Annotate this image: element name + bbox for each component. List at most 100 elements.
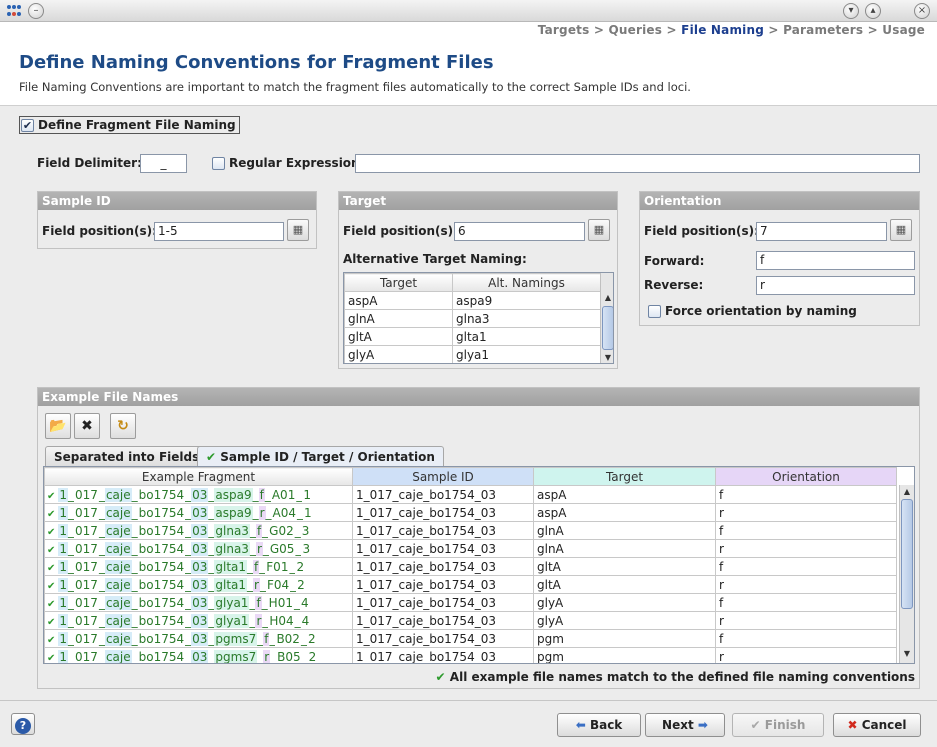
target-cell[interactable]: pgm [533,629,716,648]
col-target[interactable]: Target [533,467,716,486]
sample-id-cell[interactable]: 1_017_caje_bo1754_03 [352,557,534,576]
alt-naming-scrollbar[interactable]: ▲ ▼ [600,273,613,363]
alt-cell-target[interactable]: gltA [344,327,453,346]
sample-id-cell[interactable]: 1_017_caje_bo1754_03 [352,521,534,540]
orientation-cell[interactable]: r [715,647,897,663]
example-fragment-cell[interactable]: ✔ 1_017_caje_bo1754_03_glya1_f_H01_4 [44,593,353,612]
help-button[interactable]: ? [11,713,35,735]
tab-separated-fields[interactable]: Separated into Fields [45,446,209,466]
target-pos-field[interactable]: 6 [454,222,585,241]
table-row[interactable]: glyA glya1 [344,345,601,363]
scroll-thumb[interactable] [602,306,613,350]
alt-cell-naming[interactable]: glya1 [452,345,601,363]
sample-id-cell[interactable]: 1_017_caje_bo1754_03 [352,629,534,648]
breadcrumb-item-file-naming[interactable]: File Naming [681,23,764,37]
example-fragment-cell[interactable]: ✔ 1_017_caje_bo1754_03_glna3_r_G05_3 [44,539,353,558]
orientation-cell[interactable]: f [715,557,897,576]
reverse-field[interactable]: r [756,276,915,295]
sample-id-cell[interactable]: 1_017_caje_bo1754_03 [352,611,534,630]
example-fragment-cell[interactable]: ✔ 1_017_caje_bo1754_03_glta1_f_F01_2 [44,557,353,576]
target-cell[interactable]: glnA [533,539,716,558]
finish-button[interactable]: ✔ Finish [732,713,824,737]
sample-id-cell[interactable]: 1_017_caje_bo1754_03 [352,575,534,594]
table-row[interactable]: ✔ 1_017_caje_bo1754_03_glya1_r_H04_4 1_017… [44,611,897,630]
table-row[interactable]: ✔ 1_017_caje_bo1754_03_glna3_r_G05_3 1_017… [44,539,897,558]
forward-field[interactable]: f [756,251,915,270]
orientation-picker-button[interactable]: ▦ [890,219,912,241]
target-picker-button[interactable]: ▦ [588,219,610,241]
table-row[interactable]: ✔ 1_017_caje_bo1754_03_glta1_f_F01_2 1_017… [44,557,897,576]
orientation-cell[interactable]: f [715,521,897,540]
target-cell[interactable]: aspA [533,503,716,522]
table-row[interactable]: ✔ 1_017_caje_bo1754_03_glna3_f_G02_3 1_017… [44,521,897,540]
alt-cell-naming[interactable]: glta1 [452,327,601,346]
back-button[interactable]: ⬅ Back [557,713,641,737]
window-menu-button[interactable]: – [28,3,44,19]
remove-button[interactable]: ✖ [74,413,100,439]
example-fragment-cell[interactable]: ✔ 1_017_caje_bo1754_03_pgms7_r_B05_2 [44,647,353,663]
refresh-button[interactable]: ↻ [110,413,136,439]
define-naming-checkbox[interactable]: ✔ Define Fragment File Naming [19,116,240,134]
example-fragment-cell[interactable]: ✔ 1_017_caje_bo1754_03_aspa9_r_A04_1 [44,503,353,522]
table-row[interactable]: ✔ 1_017_caje_bo1754_03_glya1_f_H01_4 1_017… [44,593,897,612]
close-window-button[interactable]: × [914,3,930,19]
regex-field[interactable] [355,154,920,173]
delimiter-field[interactable]: _ [140,154,187,173]
target-cell[interactable]: pgm [533,647,716,663]
breadcrumb-item-queries[interactable]: Queries [609,23,663,37]
orientation-cell[interactable]: f [715,593,897,612]
table-row[interactable]: ✔ 1_017_caje_bo1754_03_aspa9_r_A04_1 1_017… [44,503,897,522]
target-cell[interactable]: glnA [533,521,716,540]
scroll-up-icon[interactable]: ▲ [900,485,914,499]
orientation-cell[interactable]: r [715,575,897,594]
table-row[interactable]: ✔ 1_017_caje_bo1754_03_aspa9_f_A01_1 1_017… [44,485,897,504]
alt-cell-naming[interactable]: glna3 [452,309,601,328]
maximize-button[interactable]: ▴ [865,3,881,19]
alt-col-target[interactable]: Target [344,273,453,292]
sample-id-cell[interactable]: 1_017_caje_bo1754_03 [352,503,534,522]
orientation-cell[interactable]: f [715,629,897,648]
sample-id-pos-field[interactable]: 1-5 [154,222,284,241]
target-cell[interactable]: aspA [533,485,716,504]
alt-cell-target[interactable]: glyA [344,345,453,363]
orientation-pos-field[interactable]: 7 [756,222,887,241]
scroll-down-icon[interactable]: ▼ [900,647,914,661]
example-fragment-cell[interactable]: ✔ 1_017_caje_bo1754_03_glta1_r_F04_2 [44,575,353,594]
sample-id-cell[interactable]: 1_017_caje_bo1754_03 [352,647,534,663]
alt-cell-naming[interactable]: aspa9 [452,291,601,310]
target-cell[interactable]: glyA [533,593,716,612]
force-orientation-checkbox[interactable] [648,305,661,318]
scroll-down-icon[interactable]: ▼ [601,351,613,363]
target-cell[interactable]: gltA [533,557,716,576]
regex-checkbox[interactable] [212,157,225,170]
scroll-thumb[interactable] [901,499,913,609]
col-orientation[interactable]: Orientation [715,467,897,486]
table-row[interactable]: ✔ 1_017_caje_bo1754_03_pgms7_r_B05_2 1_017… [44,647,897,663]
target-cell[interactable]: gltA [533,575,716,594]
example-fragment-cell[interactable]: ✔ 1_017_caje_bo1754_03_pgms7_f_B02_2 [44,629,353,648]
table-row[interactable]: aspA aspa9 [344,291,601,310]
example-fragment-cell[interactable]: ✔ 1_017_caje_bo1754_03_glya1_r_H04_4 [44,611,353,630]
orientation-cell[interactable]: f [715,485,897,504]
sample-id-cell[interactable]: 1_017_caje_bo1754_03 [352,539,534,558]
table-row[interactable]: ✔ 1_017_caje_bo1754_03_pgms7_f_B02_2 1_017… [44,629,897,648]
target-cell[interactable]: glyA [533,611,716,630]
table-row[interactable]: ✔ 1_017_caje_bo1754_03_glta1_r_F04_2 1_017… [44,575,897,594]
example-fragment-cell[interactable]: ✔ 1_017_caje_bo1754_03_aspa9_f_A01_1 [44,485,353,504]
alt-col-namings[interactable]: Alt. Namings [452,273,601,292]
sample-id-cell[interactable]: 1_017_caje_bo1754_03 [352,485,534,504]
col-sample-id[interactable]: Sample ID [352,467,534,486]
orientation-cell[interactable]: r [715,539,897,558]
breadcrumb-item-targets[interactable]: Targets [538,23,590,37]
alt-cell-target[interactable]: aspA [344,291,453,310]
breadcrumb-item-parameters[interactable]: Parameters [783,23,863,37]
minimize-button[interactable]: ▾ [843,3,859,19]
table-row[interactable]: glnA glna3 [344,309,601,328]
examples-scrollbar[interactable]: ▲ ▼ [899,485,914,663]
col-example-fragment[interactable]: Example Fragment [44,467,353,486]
orientation-cell[interactable]: r [715,611,897,630]
cancel-button[interactable]: ✖ Cancel [833,713,921,737]
alt-cell-target[interactable]: glnA [344,309,453,328]
scroll-up-icon[interactable]: ▲ [601,291,613,305]
sample-id-picker-button[interactable]: ▦ [287,219,309,241]
